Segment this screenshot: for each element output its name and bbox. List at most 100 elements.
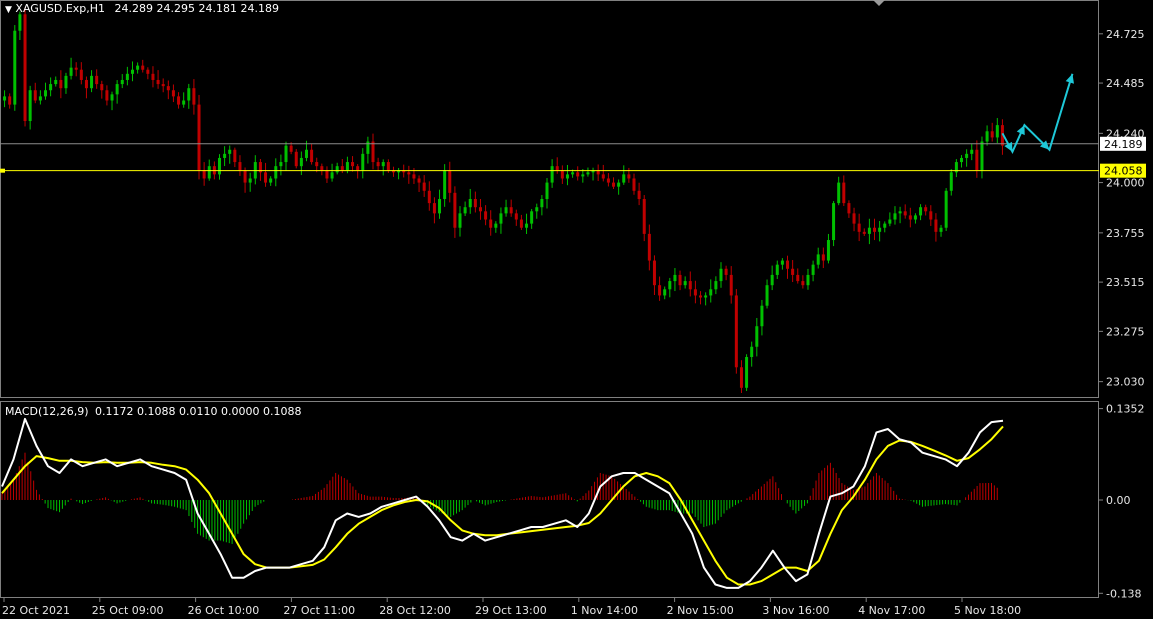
candle-body (264, 172, 268, 183)
candle-body (903, 211, 907, 216)
forecast-arrow-layer (1001, 73, 1074, 155)
candle-body (182, 100, 186, 105)
candle-body (862, 231, 866, 234)
candle-body (381, 162, 385, 167)
candle-body (187, 88, 191, 101)
candle-body (28, 90, 32, 122)
candle-body (69, 67, 73, 76)
candle-body (893, 213, 897, 220)
candle-body (913, 215, 917, 220)
candle-body (709, 289, 713, 296)
candle-body (3, 96, 7, 101)
candle-body (975, 149, 979, 171)
candle-body (33, 90, 37, 101)
candle-body (919, 207, 923, 216)
candle-body (217, 157, 221, 175)
candle-body (248, 178, 252, 183)
candle-body (519, 219, 523, 228)
candle-body (233, 149, 237, 163)
candle-body (74, 67, 78, 70)
candle-body (376, 162, 380, 167)
macd-axis: 0.1352 0.00 -0.138 (1099, 403, 1145, 600)
candle-body (898, 211, 902, 214)
candle-body (811, 264, 815, 275)
time-tick-label: 5 Nov 18:00 (954, 604, 1021, 617)
candle-body (478, 207, 482, 212)
candle-body (315, 162, 319, 167)
symbol-header[interactable]: ▼ XAGUSD.Exp,H1 24.289 24.295 24.181 24.… (5, 2, 279, 15)
menu-arrow-icon[interactable]: ▼ (5, 5, 12, 15)
candle-body (576, 172, 580, 177)
candle-body (545, 182, 549, 199)
candle-body (647, 233, 651, 261)
candle-body (422, 182, 426, 191)
candle-body (105, 90, 109, 101)
candle-body (878, 227, 882, 232)
time-tick-label: 28 Oct 12:00 (379, 604, 451, 617)
candle-body (714, 281, 718, 290)
candle-body (924, 207, 928, 212)
candle-body (243, 170, 247, 183)
forecast-path[interactable] (1001, 73, 1074, 155)
candle-body (43, 90, 47, 97)
time-tick-label: 2 Nov 15:00 (667, 604, 734, 617)
candle-body (663, 289, 667, 296)
candle-body (873, 227, 877, 232)
candle-body (995, 125, 999, 138)
candle-body (197, 104, 201, 171)
candle-body (719, 268, 723, 282)
candle-body (228, 149, 232, 154)
candle-body (883, 223, 887, 228)
candle-body (100, 84, 104, 91)
candle-body (632, 178, 636, 191)
candle-body (801, 281, 805, 286)
candle-body (929, 211, 933, 220)
candle-body (192, 88, 196, 105)
candle-body (837, 182, 841, 204)
macd-tick-label: 0.1352 (1106, 403, 1145, 416)
candle-body (683, 281, 687, 286)
candle-body (320, 166, 324, 171)
candle-body (177, 96, 181, 105)
candle-body (622, 174, 626, 183)
time-tick-label: 29 Oct 13:00 (475, 604, 547, 617)
candle-body (960, 157, 964, 163)
candle-body (463, 207, 467, 214)
candle-body (23, 14, 27, 122)
candle-body (207, 166, 211, 179)
candle-body (110, 94, 114, 101)
level-line-handle[interactable] (0, 168, 5, 173)
candle-body (555, 166, 559, 171)
candle-body (565, 174, 569, 179)
candle-body (166, 86, 170, 91)
candle-body (688, 281, 692, 290)
candle-body (427, 190, 431, 204)
candle-body (693, 289, 697, 296)
candle-body (581, 174, 585, 177)
chart-shift-marker-icon[interactable] (873, 0, 885, 6)
price-tick-label: 24.725 (1106, 28, 1145, 41)
candle-body (867, 227, 871, 234)
candle-body (18, 14, 22, 31)
candle-body (356, 166, 360, 171)
candle-body (494, 223, 498, 228)
candle-body (734, 295, 738, 368)
trading-chart[interactable]: 24.72524.48524.24024.00023.75523.51523.2… (0, 0, 1153, 619)
candle-body (345, 162, 349, 171)
candle-body (852, 213, 856, 224)
candle-body (279, 162, 283, 167)
price-lines-layer (0, 143, 1099, 173)
candle-body (13, 30, 17, 105)
candle-body (325, 170, 329, 179)
candle-body (601, 174, 605, 179)
macd-pane-frame (0, 401, 1099, 598)
candle-body (786, 260, 790, 269)
ohlc-values: 24.289 24.295 24.181 24.189 (114, 2, 279, 15)
level-price-label: 24.058 (1104, 165, 1143, 178)
candle-body (484, 211, 488, 220)
candle-body (453, 192, 457, 228)
candle-body (84, 79, 88, 89)
candle-body (949, 172, 953, 191)
macd-tick-label: 0.00 (1106, 494, 1131, 507)
macd-values: 0.1172 0.1088 0.0110 0.0000 0.1088 (95, 405, 302, 418)
